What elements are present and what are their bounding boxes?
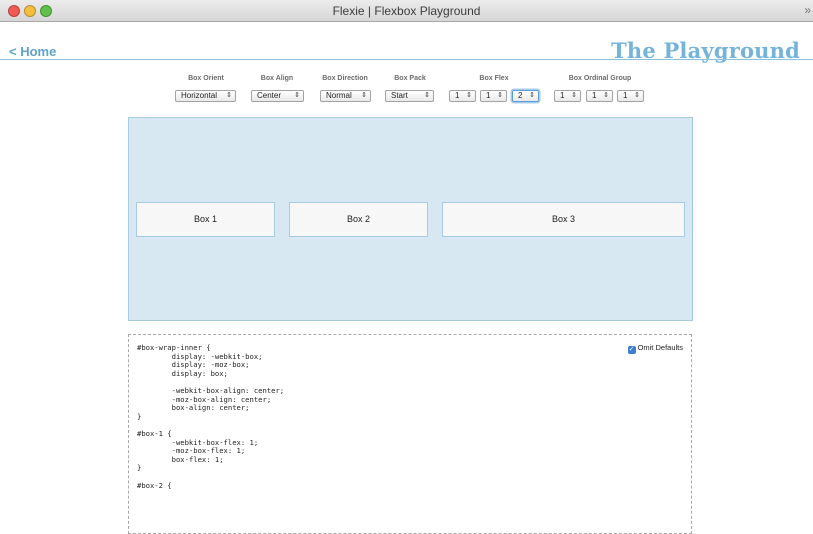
- box-flex-label: Box Flex: [479, 75, 509, 82]
- box-2-flex-select[interactable]: 1 ⇕: [480, 90, 507, 102]
- box-direction-select[interactable]: Normal ⇕: [320, 90, 371, 102]
- box-align-label: Box Align: [260, 75, 294, 82]
- box-orient-select[interactable]: Horizontal ⇕: [175, 90, 236, 102]
- overflow-icon[interactable]: »: [804, 3, 811, 17]
- home-link[interactable]: < Home: [9, 44, 56, 59]
- select-arrows-icon: ⇕: [571, 92, 577, 99]
- box-direction-value: Normal: [326, 91, 352, 100]
- select-arrows-icon: ⇕: [226, 92, 232, 99]
- box-align-value: Center: [257, 91, 282, 100]
- box-pack-value: Start: [391, 91, 408, 100]
- window-title: Flexie | Flexbox Playground: [332, 4, 481, 18]
- omit-defaults-checkbox[interactable]: ✓: [627, 346, 636, 354]
- omit-defaults-label: Omit Defaults: [637, 343, 683, 352]
- flex-playground-stage: Box 1 Box 2 Box 3: [128, 117, 693, 321]
- select-arrows-icon: ⇕: [466, 92, 472, 99]
- select-arrows-icon: ⇕: [424, 92, 430, 99]
- select-arrows-icon: ⇕: [603, 92, 609, 99]
- box-orient-value: Horizontal: [181, 91, 218, 100]
- select-arrows-icon: ⇕: [361, 92, 367, 99]
- box-1-ordinal-select[interactable]: 1 ⇕: [554, 90, 581, 102]
- box-1: Box 1: [136, 202, 275, 237]
- box-2-flex-value: 1: [486, 91, 491, 100]
- select-arrows-icon: ⇕: [634, 92, 640, 99]
- box-direction-label: Box Direction: [322, 75, 368, 82]
- box-3-flex-select[interactable]: 2 ⇕: [512, 90, 539, 102]
- box-3-flex-value: 2: [518, 91, 523, 100]
- box-align-select[interactable]: Center ⇕: [251, 90, 304, 102]
- box-2-ordinal-value: 1: [592, 91, 597, 100]
- box-pack-label: Box Pack: [394, 75, 426, 82]
- box-3-ordinal-value: 1: [623, 91, 628, 100]
- css-output-panel: ✓ Omit Defaults #box-wrap-inner { display…: [128, 334, 692, 534]
- select-arrows-icon: ⇕: [294, 92, 300, 99]
- select-arrows-icon: ⇕: [529, 92, 535, 99]
- header-divider: [0, 59, 813, 60]
- omit-defaults-toggle[interactable]: ✓ Omit Defaults: [627, 343, 683, 354]
- box-2-ordinal-select[interactable]: 1 ⇕: [586, 90, 613, 102]
- box-3-ordinal-select[interactable]: 1 ⇕: [617, 90, 644, 102]
- box-orient-label: Box Orient: [188, 75, 224, 82]
- box-1-flex-select[interactable]: 1 ⇕: [449, 90, 476, 102]
- css-code-text: #box-wrap-inner { display: -webkit-box; …: [137, 343, 285, 490]
- box-ordinal-group-label: Box Ordinal Group: [568, 75, 632, 82]
- box-1-flex-value: 1: [455, 91, 460, 100]
- box-3: Box 3: [442, 202, 685, 237]
- window-titlebar: Flexie | Flexbox Playground »: [0, 0, 813, 22]
- box-2: Box 2: [289, 202, 428, 237]
- box-1-ordinal-value: 1: [560, 91, 565, 100]
- box-pack-select[interactable]: Start ⇕: [385, 90, 434, 102]
- select-arrows-icon: ⇕: [497, 92, 503, 99]
